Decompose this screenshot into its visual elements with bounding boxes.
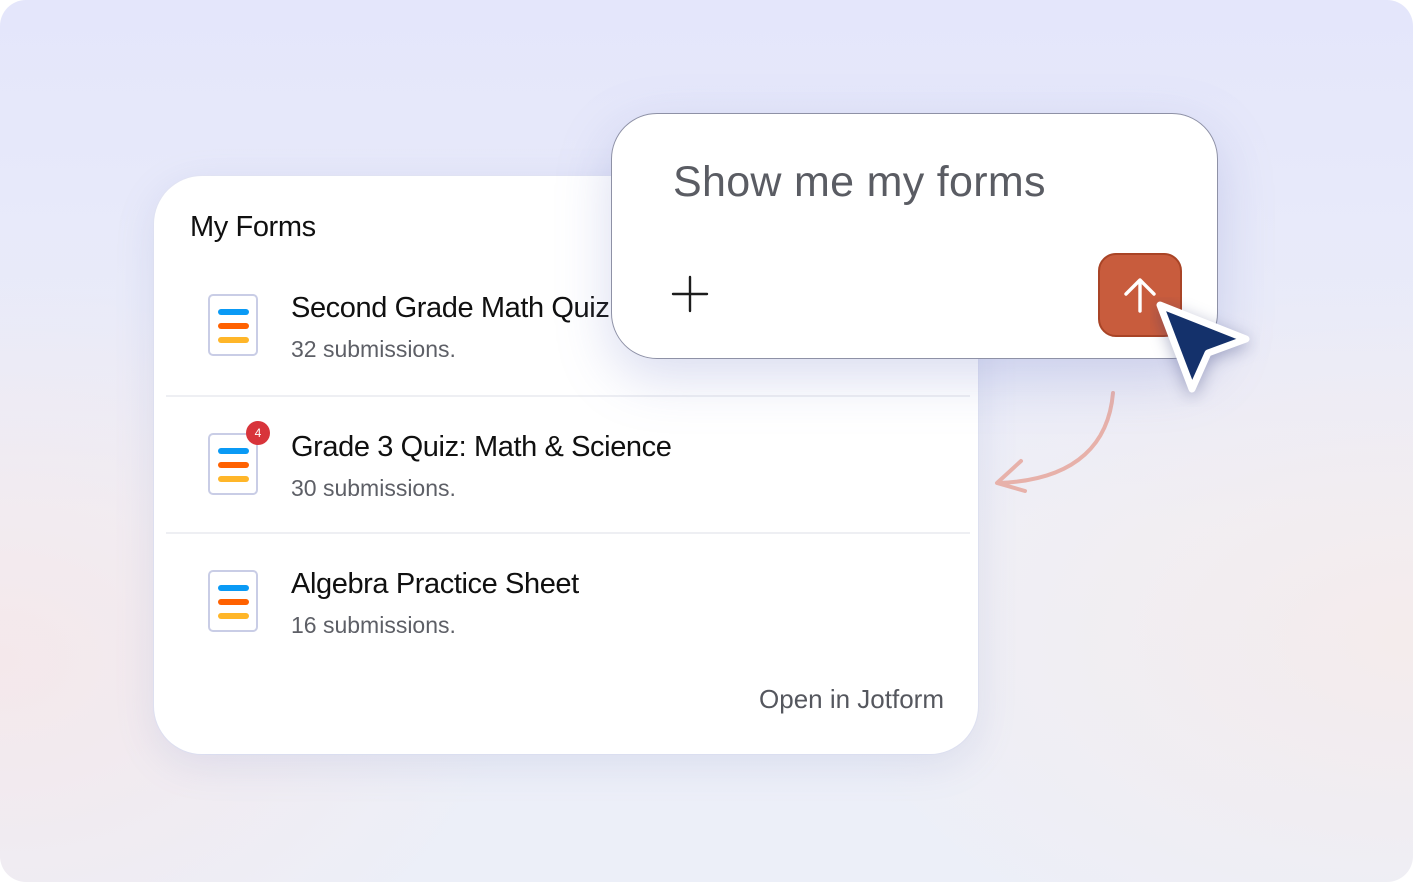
form-submissions-count: 16 submissions. (291, 612, 456, 638)
plus-icon[interactable] (670, 274, 710, 314)
form-submissions-count: 32 submissions. (291, 336, 456, 362)
mouse-cursor-icon (1156, 301, 1250, 393)
form-submissions-count: 30 submissions. (291, 475, 456, 501)
curved-arrow-icon (995, 391, 1115, 493)
notification-badge: 4 (246, 421, 270, 445)
form-name: Algebra Practice Sheet (291, 568, 579, 600)
chat-prompt-card: Show me my forms (611, 113, 1218, 359)
form-list-item[interactable]: Algebra Practice Sheet 16 submissions. (166, 532, 970, 671)
background-canvas: My Forms Second Grade Math Quiz 32 submi… (0, 0, 1413, 882)
prompt-input[interactable]: Show me my forms (673, 158, 1046, 207)
form-document-icon (208, 570, 258, 632)
form-list-item[interactable]: 4 Grade 3 Quiz: Math & Science 30 submis… (166, 395, 970, 534)
form-name: Grade 3 Quiz: Math & Science (291, 431, 672, 463)
form-document-icon (208, 294, 258, 356)
form-name: Second Grade Math Quiz (291, 292, 610, 324)
open-in-jotform-link[interactable]: Open in Jotform (759, 684, 944, 715)
forms-panel-title: My Forms (190, 211, 316, 243)
